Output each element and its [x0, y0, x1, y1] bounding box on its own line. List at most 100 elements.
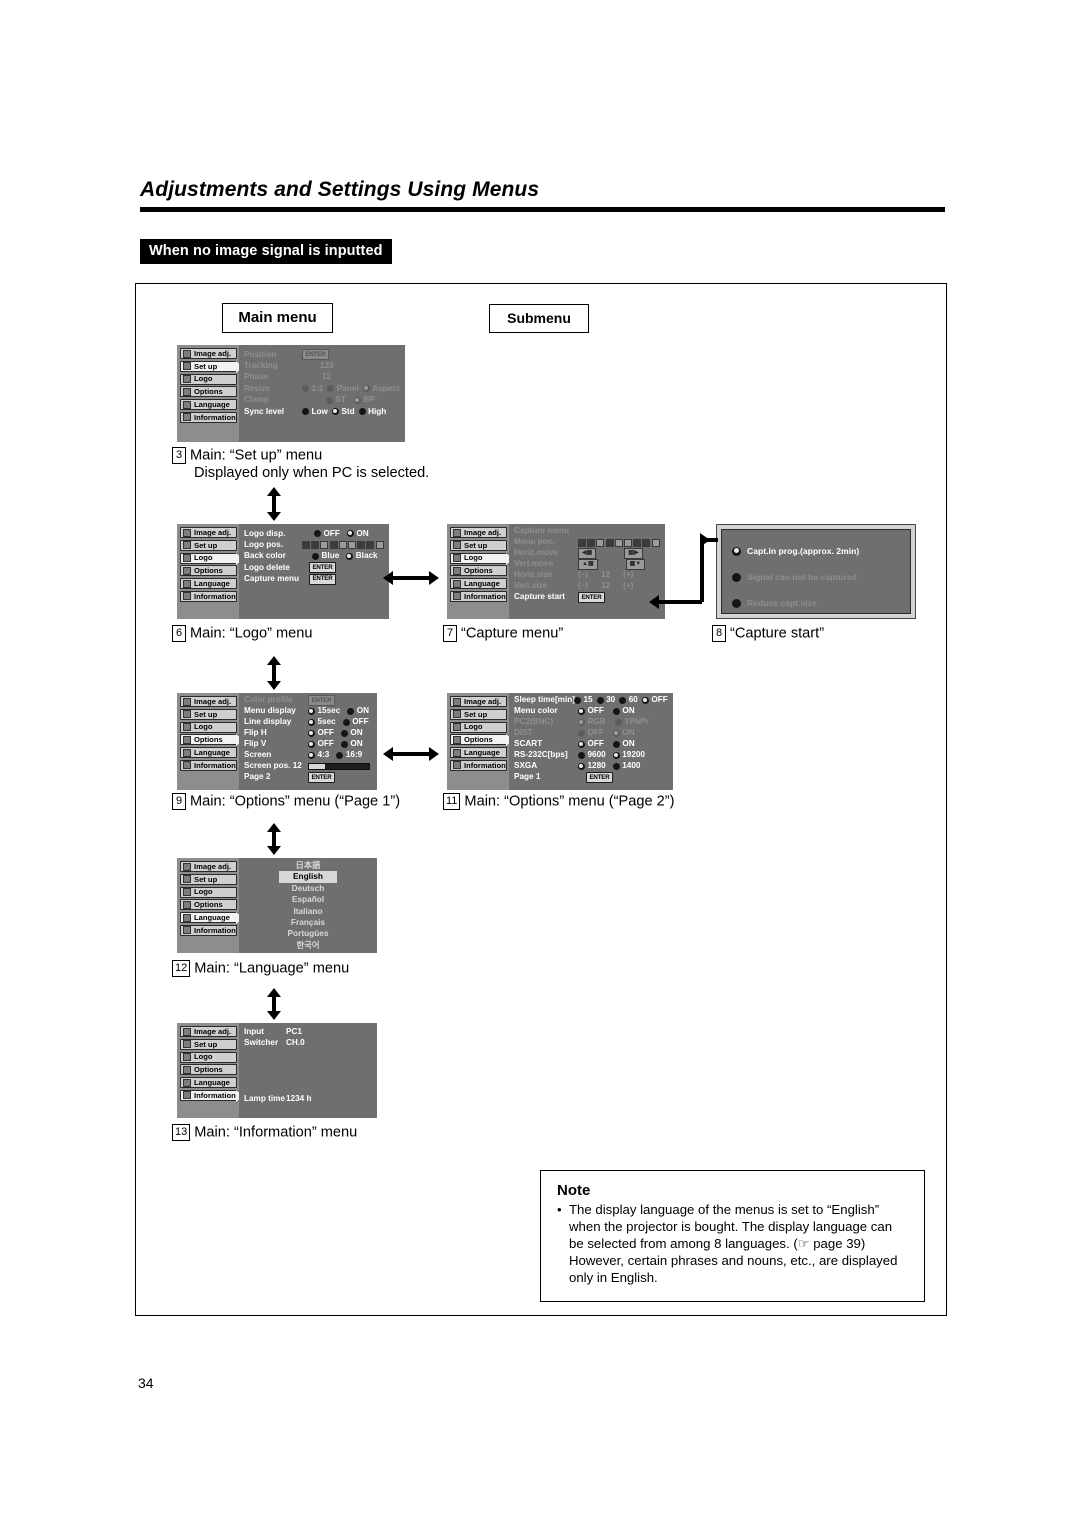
sidebar-item-logo[interactable]: Logo [180, 1051, 237, 1063]
sidebar-item-options[interactable]: Options [180, 899, 237, 911]
radio-5sec[interactable]: 5sec [308, 718, 336, 726]
radio-on[interactable]: ON [612, 707, 635, 715]
radio-on[interactable]: ON [340, 729, 363, 737]
row-flip-h[interactable]: Flip H OFF ON [244, 728, 372, 739]
row-tracking[interactable]: Tracking 123 [244, 360, 400, 371]
radio-black[interactable]: Black [346, 552, 378, 560]
row-resize[interactable]: Resize 1:1 Panel Aspect [244, 383, 400, 394]
sidebar-item-language[interactable]: Language [180, 747, 237, 759]
row-logo-pos[interactable]: Logo pos. [244, 539, 384, 550]
row-vert-size[interactable]: Vert.size (–) 12 (+) [514, 581, 660, 592]
enter-badge[interactable]: ENTER [308, 695, 335, 706]
sidebar-item-logo[interactable]: Logo [180, 886, 237, 898]
row-capture-start[interactable]: Capture start ENTER [514, 592, 660, 603]
language-option-spanish[interactable]: Español [239, 894, 377, 905]
radio-on[interactable]: ON [347, 707, 369, 715]
sidebar-item-options[interactable]: Options [180, 1064, 237, 1076]
sidebar-item-information[interactable]: Information [180, 1089, 245, 1103]
radio-19200[interactable]: 19200 [612, 751, 645, 759]
radio-15[interactable]: 15 [574, 696, 593, 704]
sidebar-item-options[interactable]: Options [180, 386, 237, 398]
sidebar-item-information[interactable]: Information [450, 590, 507, 602]
horiz-move-left-button[interactable]: ◀▦ [578, 548, 597, 559]
radio-std[interactable]: Std [331, 407, 355, 416]
language-option-english[interactable]: English [279, 871, 337, 883]
vert-size-minus[interactable]: (–) [578, 582, 588, 590]
row-color-profile[interactable]: Color profile ENTER [244, 695, 372, 706]
radio-off[interactable]: OFF [308, 740, 334, 748]
row-capture-menu[interactable]: Capture menu ENTER [244, 573, 384, 585]
sidebar-item-language[interactable]: Language [450, 578, 507, 590]
radio-on[interactable]: ON [346, 529, 369, 538]
row-phase[interactable]: Phase 12 [244, 372, 400, 383]
sidebar-item-options[interactable]: Options [180, 565, 237, 577]
logo-position-grid[interactable] [302, 541, 384, 550]
radio-9600[interactable]: 9600 [578, 751, 606, 759]
sidebar-item-information[interactable]: Information [450, 759, 507, 771]
sidebar-item-set-up[interactable]: Set up [450, 708, 507, 720]
enter-badge[interactable]: ENTER [309, 573, 336, 585]
radio-rgb[interactable]: RGB [578, 718, 606, 726]
row-line-display[interactable]: Line display 5sec OFF [244, 717, 372, 728]
row-screen[interactable]: Screen 4:3 16:9 [244, 750, 372, 761]
row-dist[interactable]: DIST OFF ON [514, 728, 668, 739]
sidebar-item-logo[interactable]: Logo [180, 552, 245, 566]
row-scart[interactable]: SCART OFF ON [514, 739, 668, 750]
sidebar-item-information[interactable]: Information [180, 924, 237, 936]
radio-1400[interactable]: 1400 [612, 762, 640, 770]
sidebar-item-logo[interactable]: Logo [180, 373, 237, 385]
radio-on[interactable]: ON [612, 740, 635, 748]
row-flip-v[interactable]: Flip V OFF ON [244, 739, 372, 750]
radio-30[interactable]: 30 [596, 696, 615, 704]
radio-off[interactable]: OFF [578, 707, 604, 715]
language-option-japanese[interactable]: 日本語 [239, 860, 377, 871]
row-clamp[interactable]: Clamp ST BP [244, 395, 400, 406]
language-option-french[interactable]: Français [239, 917, 377, 928]
row-rs232c[interactable]: RS-232C[bps] 9600 19200 [514, 750, 668, 761]
row-vert-move[interactable]: Vert.move ▲▦ ▦▼ [514, 559, 660, 570]
enter-badge[interactable]: ENTER [302, 349, 329, 361]
enter-badge[interactable]: ENTER [578, 592, 605, 603]
sidebar-item-information[interactable]: Information [180, 411, 237, 423]
sidebar-item-information[interactable]: Information [180, 590, 237, 602]
row-sync-level[interactable]: Sync level Low Std High [244, 406, 400, 417]
vert-move-down-button[interactable]: ▦▼ [625, 559, 646, 570]
radio-off[interactable]: OFF [641, 696, 668, 704]
vert-size-plus[interactable]: (+) [623, 582, 633, 590]
radio-16-9[interactable]: 16:9 [336, 751, 362, 759]
sidebar-item-options[interactable]: Options [450, 565, 507, 577]
radio-off[interactable]: OFF [578, 729, 604, 737]
sidebar-item-options[interactable]: Options [180, 734, 245, 748]
sidebar-item-logo[interactable]: Logo [450, 552, 515, 566]
sidebar-item-information[interactable]: Information [180, 759, 237, 771]
row-position[interactable]: Position ENTER [244, 349, 400, 361]
language-option-italian[interactable]: Italiano [239, 906, 377, 917]
horiz-move-right-button[interactable]: ▦▶ [624, 548, 643, 559]
row-sxga[interactable]: SXGA 1280 1400 [514, 761, 668, 772]
sidebar-item-set-up[interactable]: Set up [180, 360, 245, 374]
radio-blue[interactable]: Blue [312, 552, 339, 560]
row-logo-delete[interactable]: Logo delete ENTER [244, 562, 384, 574]
sidebar-item-language[interactable]: Language [180, 399, 237, 411]
row-page-1[interactable]: Page 1 ENTER [514, 772, 668, 783]
language-option-korean[interactable]: 한국어 [239, 940, 377, 951]
screen-position-slider[interactable] [308, 763, 370, 770]
sidebar-item-set-up[interactable]: Set up [180, 873, 237, 885]
enter-badge[interactable]: ENTER [309, 562, 336, 574]
sidebar-item-set-up[interactable]: Set up [450, 539, 507, 551]
sidebar-item-language[interactable]: Language [180, 578, 237, 590]
vert-move-up-button[interactable]: ▲▦ [578, 559, 598, 570]
row-page-2[interactable]: Page 2 ENTER [244, 772, 372, 783]
radio-off[interactable]: OFF [578, 740, 604, 748]
radio-off[interactable]: OFF [314, 529, 340, 538]
enter-badge[interactable]: ENTER [308, 772, 335, 783]
row-horiz-size[interactable]: Horiz.size (–) 12 (+) [514, 570, 660, 581]
sidebar-item-language[interactable]: Language [180, 912, 245, 926]
sidebar-item-language[interactable]: Language [180, 1077, 237, 1089]
sidebar-item-logo[interactable]: Logo [450, 721, 507, 733]
radio-on[interactable]: ON [612, 729, 635, 737]
row-menu-pos[interactable]: Menu pos. [514, 537, 660, 548]
sidebar-item-image-adj[interactable]: Image adj. [450, 527, 507, 538]
radio-high[interactable]: High [358, 407, 386, 416]
sidebar-item-image-adj[interactable]: Image adj. [450, 696, 507, 707]
